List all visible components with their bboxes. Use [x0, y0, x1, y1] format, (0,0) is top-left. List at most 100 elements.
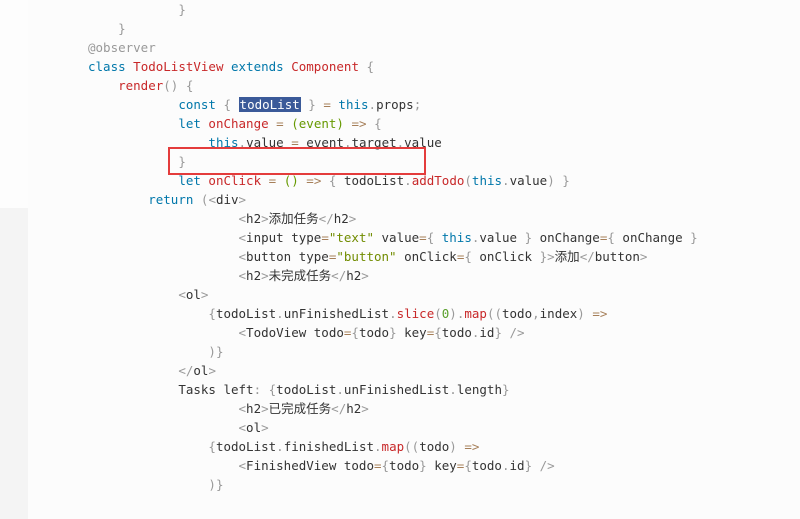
code-line: <FinishedView todo={todo} key={todo.id} … — [88, 456, 800, 475]
code-line: {todoList.finishedList.map((todo) => — [88, 437, 800, 456]
code-token: = — [374, 458, 382, 473]
code-token: h2 — [246, 268, 261, 283]
code-token: . — [502, 458, 510, 473]
code-token: ) — [449, 306, 457, 321]
code-line: let onClick = () => { todoList.addTodo(t… — [88, 171, 800, 190]
code-token: onChange — [208, 116, 268, 131]
code-token: value — [479, 230, 517, 245]
code-token: { — [208, 306, 216, 321]
code-token: div — [216, 192, 239, 207]
code-token: todo — [442, 325, 472, 340]
code-line: {todoList.unFinishedList.slice(0).map((t… — [88, 304, 800, 323]
code-line: )} — [88, 342, 800, 361]
code-token — [336, 173, 344, 188]
code-token: "button" — [336, 249, 396, 264]
code-line: return (<div> — [88, 190, 800, 209]
code-token: { — [374, 116, 382, 131]
code-token: value — [374, 230, 419, 245]
code-block[interactable]: } }@observerclass TodoListView extends C… — [28, 0, 800, 494]
code-token: button — [595, 249, 640, 264]
code-token: todoList — [216, 306, 276, 321]
code-token: { — [367, 59, 375, 74]
code-token: this — [208, 135, 238, 150]
code-token: value — [246, 135, 284, 150]
code-token: { — [464, 249, 472, 264]
code-token: > — [239, 192, 247, 207]
code-token: = — [276, 116, 284, 131]
code-token: / — [587, 249, 595, 264]
code-token: = — [419, 230, 427, 245]
code-token: todoList — [276, 382, 336, 397]
left-gutter — [0, 0, 28, 208]
code-token: ( — [434, 306, 442, 321]
code-token: todoList — [216, 439, 276, 454]
code-token: ) — [577, 306, 585, 321]
code-token: ) — [449, 439, 457, 454]
code-token: }> — [540, 249, 555, 264]
code-token: @observer — [88, 40, 156, 55]
code-token: todo — [359, 325, 389, 340]
code-token: map — [382, 439, 405, 454]
code-token: 已完成任务 — [269, 401, 332, 416]
code-token: => — [306, 173, 321, 188]
code-token: => — [464, 439, 479, 454]
code-token: render — [118, 78, 163, 93]
code-token: (( — [487, 306, 502, 321]
code-token: extends — [231, 59, 284, 74]
code-token: { — [351, 325, 359, 340]
code-line: <input type="text" value={ this.value } … — [88, 228, 800, 247]
code-token: let — [178, 116, 201, 131]
code-token: . — [239, 135, 247, 150]
code-token: h2 — [346, 401, 361, 416]
code-token: . — [502, 173, 510, 188]
code-token — [517, 230, 525, 245]
code-token: > — [361, 268, 369, 283]
code-token: { — [382, 458, 390, 473]
code-token: id — [510, 458, 525, 473]
code-token: 添加任务 — [269, 211, 319, 226]
code-token: ol — [246, 420, 261, 435]
code-token: todoList — [239, 97, 301, 112]
code-token: > — [361, 401, 369, 416]
code-token: : — [254, 382, 262, 397]
code-token: } — [178, 2, 186, 17]
code-token: } — [502, 382, 510, 397]
code-token: todo — [502, 306, 532, 321]
code-token: < — [239, 249, 247, 264]
code-token: => — [351, 116, 366, 131]
code-token: () — [284, 173, 299, 188]
code-line: let onChange = (event) => { — [88, 114, 800, 133]
code-token: > — [349, 211, 357, 226]
code-token — [193, 192, 201, 207]
code-token: < — [331, 268, 339, 283]
code-token: { — [223, 97, 231, 112]
code-token: /> — [540, 458, 555, 473]
code-token: Tasks left — [178, 382, 253, 397]
code-token: { — [208, 439, 216, 454]
code-token: { — [434, 325, 442, 340]
code-token: < — [178, 287, 186, 302]
code-token: /> — [510, 325, 525, 340]
code-token: . — [389, 306, 397, 321]
code-token: value — [510, 173, 548, 188]
code-token: event — [299, 116, 337, 131]
code-token: ) — [336, 116, 344, 131]
code-token — [359, 59, 367, 74]
code-token: value — [404, 135, 442, 150]
code-token: . — [374, 439, 382, 454]
code-token: } — [525, 230, 533, 245]
code-line: <h2>未完成任务</h2> — [88, 266, 800, 285]
code-token — [261, 173, 269, 188]
code-token: onClick — [397, 249, 457, 264]
code-editor[interactable]: } }@observerclass TodoListView extends C… — [28, 0, 800, 519]
code-token: )} — [208, 344, 223, 359]
code-token: slice — [397, 306, 435, 321]
code-token: . — [276, 439, 284, 454]
code-line: } — [88, 19, 800, 38]
code-token: } — [690, 230, 698, 245]
code-line: <ol> — [88, 285, 800, 304]
code-token: let — [178, 173, 201, 188]
code-token: > — [208, 363, 216, 378]
code-token: . — [276, 306, 284, 321]
code-token: button type — [246, 249, 329, 264]
